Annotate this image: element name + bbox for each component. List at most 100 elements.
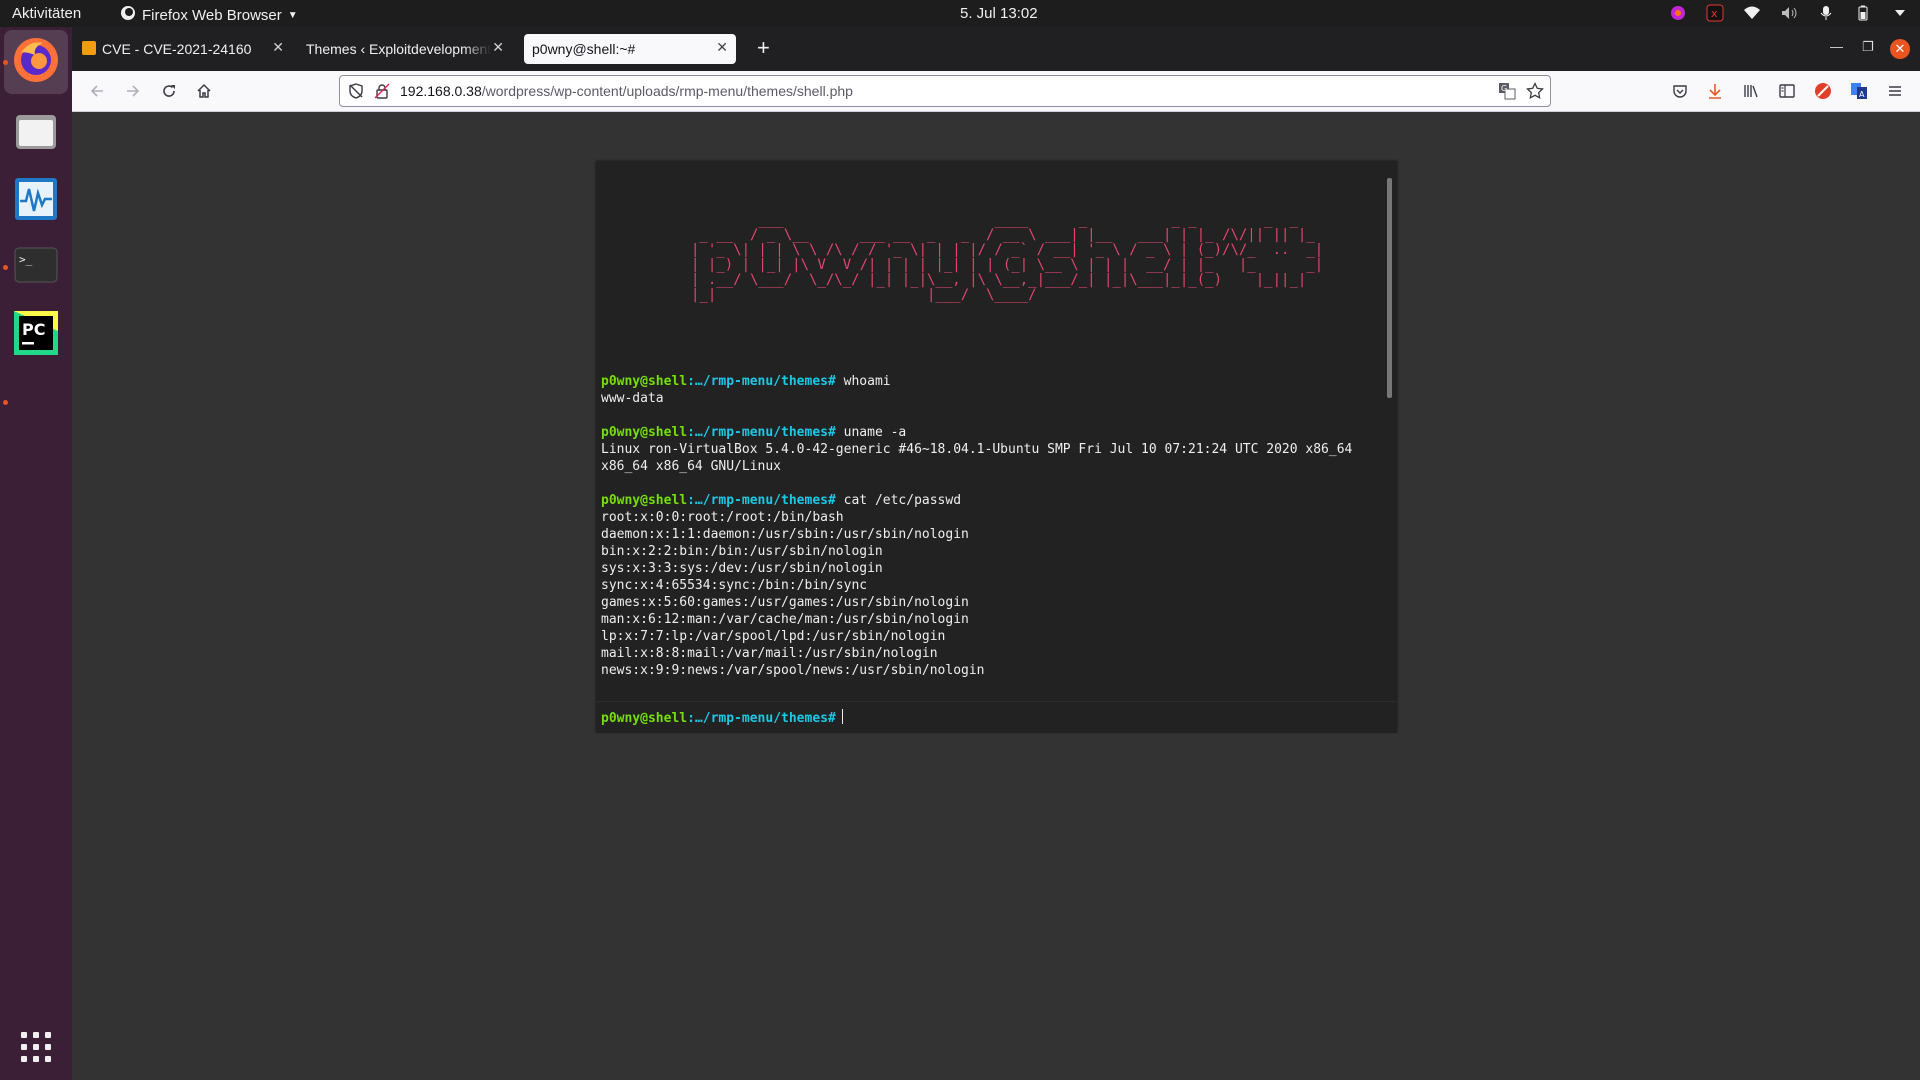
prompt-sep: : [687, 711, 695, 726]
app-menu-label: Firefox Web Browser [142, 6, 282, 24]
url-text[interactable]: 192.168.0.38/wordpress/wp-content/upload… [400, 83, 853, 99]
close-icon[interactable]: ✕ [272, 39, 284, 56]
prompt-sep: : [687, 425, 695, 440]
close-icon[interactable]: ✕ [716, 39, 728, 56]
tab-strip: CVE - CVE-2021-24160 ✕ Themes ‹ Exploitd… [72, 27, 1920, 71]
favicon-icon [82, 40, 96, 58]
tab-cve[interactable]: CVE - CVE-2021-24160 ✕ [80, 34, 292, 64]
gnome-top-bar: Aktivitäten Firefox Web Browser ▼ 5. Jul… [0, 0, 1920, 27]
command-block: p0wny@shell:…/rmp-menu/themes# whoami ww… [601, 373, 1383, 407]
dock-firefox[interactable] [4, 30, 68, 94]
tab-shell[interactable]: p0wny@shell:~# ✕ [524, 34, 736, 64]
prompt-user: p0wny@shell [601, 711, 688, 726]
command-output: root:x:0:0:root:/root:/bin/bash daemon:x… [601, 510, 985, 678]
reload-button[interactable] [158, 80, 180, 102]
running-indicator [3, 400, 8, 405]
volume-icon[interactable] [1779, 3, 1799, 23]
microphone-icon[interactable] [1816, 3, 1836, 23]
svg-text:PC: PC [22, 320, 45, 339]
dock-pycharm[interactable]: PC [10, 309, 62, 361]
system-monitor-icon [14, 177, 58, 226]
translate-extension-icon: A [1851, 83, 1867, 99]
pycharm-icon: PC [14, 310, 58, 360]
terminal-icon: >_ [14, 247, 58, 288]
clock[interactable]: 5. Jul 13:02 [960, 5, 1038, 22]
forward-button[interactable] [122, 80, 144, 102]
power-menu-icon[interactable] [1890, 3, 1910, 23]
running-indicator [3, 265, 8, 270]
tab-themes[interactable]: Themes ‹ Exploitdevelopment ✕ [300, 34, 512, 64]
activities-button[interactable]: Aktivitäten [12, 5, 81, 22]
shell-input[interactable]: p0wny@shell:…/rmp-menu/themes# [596, 701, 1397, 733]
prompt-user: p0wny@shell [601, 425, 688, 440]
window-close-button[interactable]: ✕ [1890, 39, 1910, 59]
library-button[interactable] [1740, 80, 1762, 102]
dock-system-monitor[interactable] [10, 175, 62, 227]
back-button[interactable] [86, 80, 108, 102]
downloads-button[interactable] [1704, 80, 1726, 102]
download-icon [1709, 84, 1721, 99]
svg-text:x: x [1711, 7, 1718, 20]
home-button[interactable] [193, 80, 215, 102]
arrow-right-icon [127, 85, 140, 97]
system-tray[interactable]: x [1668, 3, 1910, 23]
tab-title: Themes ‹ Exploitdevelopment [306, 41, 491, 57]
prompt-user: p0wny@shell [601, 374, 688, 389]
app-menu[interactable]: Firefox Web Browser ▼ [120, 5, 298, 25]
prompt-sep: : [687, 374, 695, 389]
prompt-cwd: …/rmp-menu/themes [694, 425, 828, 440]
svg-text:A: A [1859, 90, 1865, 99]
insecure-lock-icon[interactable] [374, 83, 390, 104]
p0wny-shell-panel: ___ ____ _ _ _ _ _ _ __ / _ \__ ___ __ _… [596, 161, 1397, 733]
app-menu-button[interactable] [1884, 80, 1906, 102]
prompt-symbol: # [827, 374, 836, 389]
wifi-icon[interactable] [1742, 3, 1762, 23]
text-caret [841, 709, 843, 724]
restore-button[interactable]: ❐ [1862, 39, 1874, 55]
library-icon [1744, 85, 1758, 98]
url-bar[interactable]: 192.168.0.38/wordpress/wp-content/upload… [339, 75, 1551, 107]
translate-icon[interactable]: G [1498, 82, 1516, 105]
svg-text:>_: >_ [19, 253, 33, 266]
prompt-sep: : [687, 493, 695, 508]
home-icon [197, 83, 211, 98]
sidebar-icon [1779, 84, 1795, 98]
new-tab-button[interactable]: + [757, 35, 770, 61]
pocket-button[interactable] [1669, 80, 1691, 102]
extension-icon[interactable] [1668, 3, 1688, 23]
record-icon[interactable]: x [1705, 3, 1725, 23]
close-icon[interactable]: ✕ [492, 39, 504, 56]
sidebar-button[interactable] [1776, 80, 1798, 102]
input-prompt[interactable]: p0wny@shell:…/rmp-menu/themes# [601, 709, 843, 727]
prompt-symbol: # [827, 493, 836, 508]
hamburger-menu-icon [1889, 86, 1901, 96]
prompt-line: p0wny@shell:…/rmp-menu/themes# whoami [601, 373, 1383, 390]
command-output: www-data [601, 391, 664, 406]
command-text: cat /etc/passwd [843, 493, 962, 508]
prompt-cwd: …/rmp-menu/themes [694, 374, 828, 389]
running-indicator [3, 60, 8, 65]
firefox-small-icon [120, 5, 136, 25]
tracking-protection-icon[interactable] [348, 83, 364, 104]
extension-block-button[interactable] [1812, 80, 1834, 102]
prompt-symbol: # [827, 425, 836, 440]
pocket-icon [1673, 85, 1687, 98]
battery-icon[interactable] [1853, 3, 1873, 23]
app-grid-icon [20, 1031, 52, 1068]
command-block: p0wny@shell:…/rmp-menu/themes# cat /etc/… [601, 492, 1383, 679]
command-text: uname -a [843, 425, 907, 440]
url-path: /wordpress/wp-content/uploads/rmp-menu/t… [481, 83, 853, 99]
page-viewport: ___ ____ _ _ _ _ _ _ __ / _ \__ ___ __ _… [72, 112, 1920, 1080]
svg-text:G: G [1501, 84, 1507, 93]
prompt-line: p0wny@shell:…/rmp-menu/themes# cat /etc/… [601, 492, 1383, 509]
show-applications-button[interactable] [14, 1027, 58, 1071]
command-block: p0wny@shell:…/rmp-menu/themes# uname -a … [601, 424, 1383, 475]
shell-scrollbar[interactable] [1387, 178, 1392, 398]
bookmark-star-icon[interactable] [1526, 81, 1544, 105]
dock-terminal[interactable]: >_ [10, 241, 62, 293]
dock-files[interactable] [10, 107, 62, 159]
ubuntu-dock: >_ PC [0, 27, 72, 1080]
minimize-button[interactable]: — [1830, 39, 1843, 54]
ascii-banner: ___ ____ _ _ _ _ _ _ __ / _ \__ ___ __ _… [691, 212, 1324, 303]
translate-extension-button[interactable]: A [1848, 80, 1870, 102]
